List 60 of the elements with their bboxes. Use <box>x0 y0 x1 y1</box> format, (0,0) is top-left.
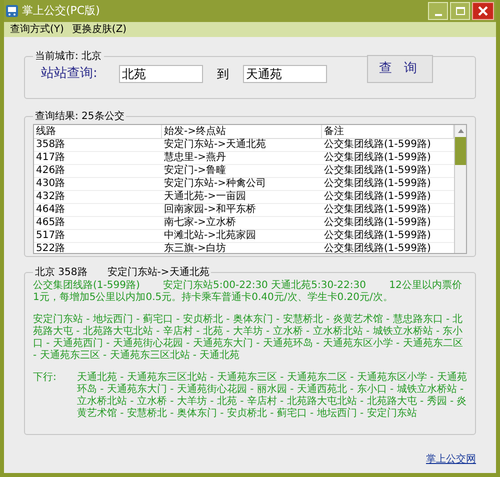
table-cell-text: 517路 <box>35 230 66 242</box>
table-cell-text: 慧忠里->燕丹 <box>163 152 227 164</box>
close-icon <box>478 6 488 16</box>
to-label: 到 <box>217 66 229 83</box>
column-header[interactable]: 始发->终点站 <box>162 125 322 138</box>
group-title: 当前城市: 北京 <box>34 50 103 64</box>
table-cell-text: 公交集团线路(1-599路) <box>323 165 432 177</box>
route-info: 公交集团线路(1-599路) 安定门东站5:00-22:30 天通北苑5:30-22:30 12公里以内票价1元，每增加5公里以内加0.5元。持卡乘车普通卡0.40元/次、学生卡0.20元/次。 <box>33 280 463 304</box>
table-cell-text: 中滩北站->北苑家园 <box>163 230 257 242</box>
table-cell-text: 公交集团线路(1-599路) <box>323 217 432 229</box>
table-row[interactable]: 464路 回南家园->和平东桥 公交集团线路(1-599路) <box>34 204 454 217</box>
website-link[interactable]: 掌上公交网 <box>426 452 476 467</box>
table-row[interactable]: 417路 慧忠里->燕丹 公交集团线路(1-599路) <box>34 152 454 165</box>
down-route: 天通北苑 - 天通苑东三区北站 - 天通苑东三区 - 天通苑东二区 - 天通苑东区小学 - 天通苑环岛 - 天通苑东大门 - 天通苑街心花园 - 丽水园 - 天通西苑北 - 东小口 - 城铁立水桥站 - 立水桥北站 - 立水桥 - 大羊坊 - 北苑 - 辛店村 - 北苑路大屯北站 - 北苑路大屯 - 秀园 - 炎黄艺术馆 - 安慧桥北 - 奥体东门 - 安贞桥北 - 蓟宅口 - 地坛西门 - 安定门东站 <box>77 372 467 420</box>
detail-route: 安定门东站->天通北苑 <box>107 266 210 280</box>
table-cell-text: 417路 <box>35 152 66 164</box>
menu-item[interactable]: 更换皮肤(Z) <box>72 22 127 37</box>
menu-item[interactable]: 查询方式(Y) <box>10 22 64 37</box>
table-cell-text: 安定门->鲁疃 <box>163 165 227 177</box>
from-field[interactable]: 北苑 <box>119 64 203 83</box>
table-cell-text: 东三旗->白坊 <box>163 243 227 253</box>
down-label: 下行: <box>33 372 58 385</box>
table-row[interactable]: 358路 安定门东站->天通北苑 公交集团线路(1-599路) <box>34 139 454 152</box>
table-row[interactable]: 426路 安定门->鲁疃 公交集团线路(1-599路) <box>34 165 454 178</box>
table-cell-text: 432路 <box>35 191 66 203</box>
scrollbar[interactable] <box>454 125 466 253</box>
table-cell-text: 426路 <box>35 165 66 177</box>
to-field[interactable]: 天通苑 <box>243 64 327 83</box>
table-cell-text: 公交集团线路(1-599路) <box>323 191 432 203</box>
search-button[interactable]: 查 询 <box>367 54 433 83</box>
table-cell-text: 回南家园->和平东桥 <box>163 204 257 216</box>
table-row[interactable]: 430路 安定门东站->种禽公司 公交集团线路(1-599路) <box>34 178 454 191</box>
column-header[interactable]: 线路 <box>34 125 162 138</box>
table-row[interactable]: 432路 天通北苑->一亩园 公交集团线路(1-599路) <box>34 191 454 204</box>
bus-icon <box>6 5 18 17</box>
table-cell-text: 公交集团线路(1-599路) <box>323 204 432 216</box>
table-cell-text: 464路 <box>35 204 66 216</box>
table-cell-text: 公交集团线路(1-599路) <box>323 243 432 253</box>
group-title: 查询结果: 25条公交 <box>34 110 126 124</box>
scrollbar-thumb[interactable] <box>455 137 466 165</box>
table-cell-text: 公交集团线路(1-599路) <box>323 152 432 164</box>
table-cell-text: 南七家->立水桥 <box>163 217 237 229</box>
table-row[interactable]: 517路 中滩北站->北苑家园 公交集团线路(1-599路) <box>34 230 454 243</box>
search-label: 站站查询: <box>41 65 98 83</box>
window-title: 掌上公交(PC版) <box>22 2 100 19</box>
table-cell-text: 公交集团线路(1-599路) <box>323 139 432 151</box>
up-route: 安定门东站 - 地坛西门 - 蓟宅口 - 安贞桥北 - 奥体东门 - 安慧桥北 - 炎黄艺术馆 - 慧忠路东口 - 北苑路大屯 - 北苑路大屯北站 - 辛店村 - 北苑 - 大羊坊 - 立水桥 - 立水桥北站 - 城铁立水桥站 - 东小口 - 天通苑西门 - 天通苑街心花园 - 天通苑东大门 - 天通苑环岛 - 天通苑东区小学 - 天通苑东二区 - 天通苑东三区 - 天通苑东三区北站 - 天通北苑 <box>33 314 464 362</box>
detail-title: 北京 358路 <box>35 266 88 280</box>
minimize-button[interactable] <box>428 2 448 20</box>
table-cell-text: 358路 <box>35 139 66 151</box>
table-row[interactable]: 465路 南七家->立水桥 公交集团线路(1-599路) <box>34 217 454 230</box>
close-button[interactable] <box>472 2 494 20</box>
table-cell-text: 公交集团线路(1-599路) <box>323 178 432 190</box>
table-cell-text: 465路 <box>35 217 66 229</box>
table-cell-text: 安定门东站->种禽公司 <box>163 178 267 190</box>
table-cell-text: 天通北苑->一亩园 <box>163 191 247 203</box>
table-cell-text: 522路 <box>35 243 66 253</box>
table-cell-text: 安定门东站->天通北苑 <box>163 139 267 151</box>
table-cell-text: 公交集团线路(1-599路) <box>323 230 432 242</box>
table-cell-text: 430路 <box>35 178 66 190</box>
